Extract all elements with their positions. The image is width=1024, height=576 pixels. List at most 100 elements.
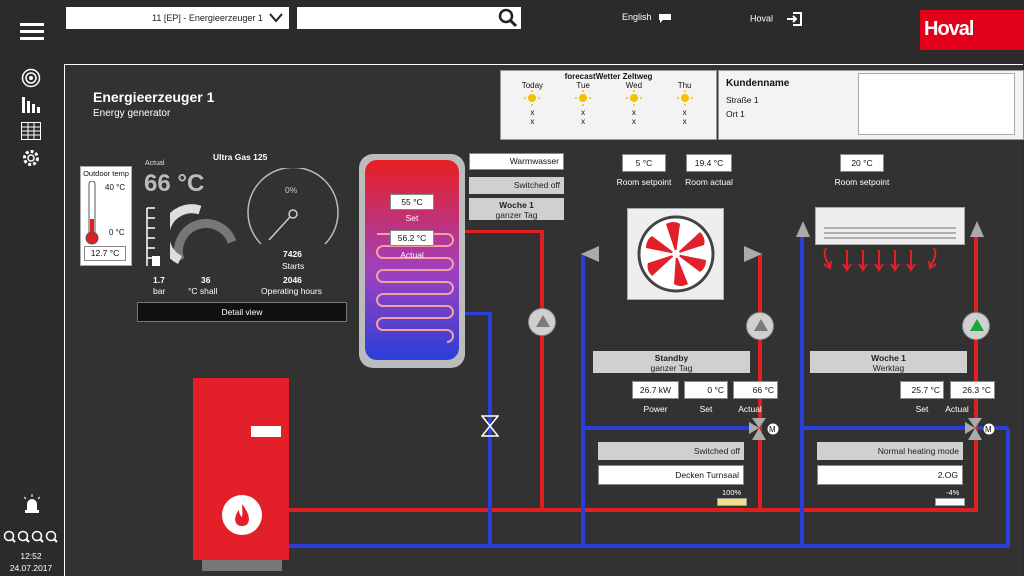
weather-day: Wed x x xyxy=(614,81,654,126)
weather-day-label: Tue xyxy=(576,81,590,90)
boiler-display xyxy=(251,426,281,437)
user-button[interactable]: Hoval xyxy=(750,12,802,26)
settings-icon[interactable] xyxy=(21,148,41,173)
circuit1-valve-bar xyxy=(717,498,747,506)
boiler-pressure-unit: bar xyxy=(153,286,166,296)
circuit2-room-setpoint-label: Room setpoint xyxy=(834,177,890,187)
circuit1-room-actual-label: Room actual xyxy=(685,177,733,187)
page-subtitle: Energy generator xyxy=(93,108,171,119)
boiler-percent: 0% xyxy=(285,185,298,195)
tank-schedule-title: Woche 1 xyxy=(499,200,534,210)
search-icon[interactable] xyxy=(498,8,518,28)
arrow-right-icon xyxy=(744,246,762,262)
zoom-fit-icon[interactable] xyxy=(45,530,58,543)
circuit2-mode[interactable]: Normal heating mode xyxy=(817,442,963,460)
arrow-up-icon xyxy=(796,221,810,237)
tank-schedule[interactable]: Woche 1 ganzer Tag xyxy=(469,198,564,220)
weather-day-label: Thu xyxy=(677,81,692,90)
pipe-tank-supply xyxy=(463,230,543,233)
customer-notes xyxy=(858,73,1015,135)
circuit2-schedule-sub: Werktag xyxy=(872,363,905,373)
detail-view-button[interactable]: Detail view xyxy=(137,302,347,322)
circuit1-schedule-sub: ganzer Tag xyxy=(650,363,693,373)
tank-actual-value: 56.2 °C xyxy=(390,230,434,246)
zoom-out-icon[interactable] xyxy=(17,530,30,543)
circuit1-pump[interactable] xyxy=(746,312,774,340)
tank-actual-label: Actual xyxy=(400,250,424,260)
circuit1-mode[interactable]: Switched off xyxy=(598,442,744,460)
weather-day-label: Today xyxy=(521,81,544,90)
tank-valve-icon[interactable] xyxy=(481,415,499,437)
user-label: Hoval xyxy=(750,13,774,24)
circuit2-valve-percent: -4% xyxy=(946,488,960,497)
thermometer-icon xyxy=(85,181,99,245)
zoom-controls[interactable] xyxy=(3,530,61,549)
circuit1-set-label: Set xyxy=(699,404,713,414)
circuit2-set: 25.7 °C xyxy=(900,381,944,399)
search-input[interactable] xyxy=(297,7,521,29)
tank-name: Warmwasser xyxy=(469,153,564,170)
weather-day-label: Wed xyxy=(625,81,643,90)
circuit2-name[interactable]: 2.OG xyxy=(817,465,963,485)
circuit1-valve-percent: 100% xyxy=(722,488,742,497)
hot-water-tank[interactable]: 55 °C Set 56.2 °C Actual xyxy=(359,154,465,368)
outdoor-temp-max: 40 °C xyxy=(105,183,126,192)
alarm-icon[interactable] xyxy=(22,494,42,519)
circuit1-room-setpoint-label: Room setpoint xyxy=(616,177,672,187)
outdoor-temp-label: Outdoor temp xyxy=(83,169,129,178)
clock-date: 24.07.2017 xyxy=(9,563,53,573)
circuit2-schedule-title: Woche 1 xyxy=(871,353,906,363)
circuit2-schedule[interactable]: Woche 1 Werktag xyxy=(810,351,967,373)
site-select-value: 11 [EP] - Energieerzeuger 1 xyxy=(152,13,263,23)
boiler-actual-label: Actual xyxy=(145,160,165,167)
weather-day: Tue x x xyxy=(563,81,603,126)
sun-icon xyxy=(524,90,541,106)
pipe-supply-main xyxy=(288,508,978,512)
outdoor-temp-panel: Outdoor temp 40 °C 0 °C 12.7 °C xyxy=(80,166,132,266)
circuit1-schedule-title: Standby xyxy=(654,353,689,363)
circuit1-schedule[interactable]: Standby ganzer Tag xyxy=(593,351,750,373)
logout-icon xyxy=(786,12,802,26)
heating-icon[interactable] xyxy=(21,95,41,120)
boiler-shall-unit: °C shall xyxy=(188,286,218,296)
brand-logo: Hoval xyxy=(920,10,1024,50)
pipe-c2-return-right xyxy=(1006,428,1010,548)
boiler-unit[interactable] xyxy=(193,378,289,560)
language-button[interactable]: English xyxy=(622,12,672,24)
boiler-hours-value: 2046 xyxy=(283,275,302,285)
weather-day: Thu x x xyxy=(665,81,705,126)
ceiling-heater-unit[interactable] xyxy=(815,207,965,245)
heat-output-icon xyxy=(823,247,937,272)
weather-value: x xyxy=(530,117,535,126)
tank-status[interactable]: Switched off xyxy=(469,177,564,194)
fan-heater-unit[interactable] xyxy=(627,208,724,300)
circuit2-mixing-valve-icon[interactable]: M xyxy=(965,416,997,442)
site-select[interactable]: 11 [EP] - Energieerzeuger 1 xyxy=(66,7,289,29)
circuit2-pump[interactable] xyxy=(962,312,990,340)
pipe-c2-return-horizontal xyxy=(800,426,972,430)
circuit1-room-actual: 19.4 °C xyxy=(686,154,732,172)
zoom-reset-icon[interactable] xyxy=(31,530,44,543)
circuit2-room-setpoint: 20 °C xyxy=(840,154,884,172)
circuit1-power: 26.7 kW xyxy=(632,381,679,399)
sun-icon xyxy=(625,90,642,106)
menu-icon[interactable] xyxy=(20,22,44,47)
pipe-return-main xyxy=(288,544,1010,548)
circuit1-actual: 66 °C xyxy=(733,381,778,399)
weather-value: x xyxy=(530,108,535,117)
tank-pump[interactable] xyxy=(528,308,556,336)
pipe-c1-return-vertical xyxy=(581,253,585,548)
signal-icon[interactable] xyxy=(21,68,41,93)
table-icon[interactable] xyxy=(21,122,41,145)
louver-icon xyxy=(824,227,956,239)
tank-set-value: 55 °C xyxy=(390,194,434,210)
circuit1-name[interactable]: Decken Turnsaal xyxy=(598,465,744,485)
circuit1-mixing-valve-icon[interactable]: M xyxy=(749,416,781,442)
pipe-tank-supply-vertical xyxy=(540,230,544,510)
speech-bubble-icon xyxy=(659,14,672,24)
arrow-up-icon xyxy=(970,221,984,237)
zoom-in-icon[interactable] xyxy=(3,530,16,543)
weather-panel: forecastWetter Zeltweg Today x x Tue x x… xyxy=(500,70,717,140)
customer-city: Ort 1 xyxy=(726,109,745,119)
boiler-name: Ultra Gas 125 xyxy=(213,152,268,162)
